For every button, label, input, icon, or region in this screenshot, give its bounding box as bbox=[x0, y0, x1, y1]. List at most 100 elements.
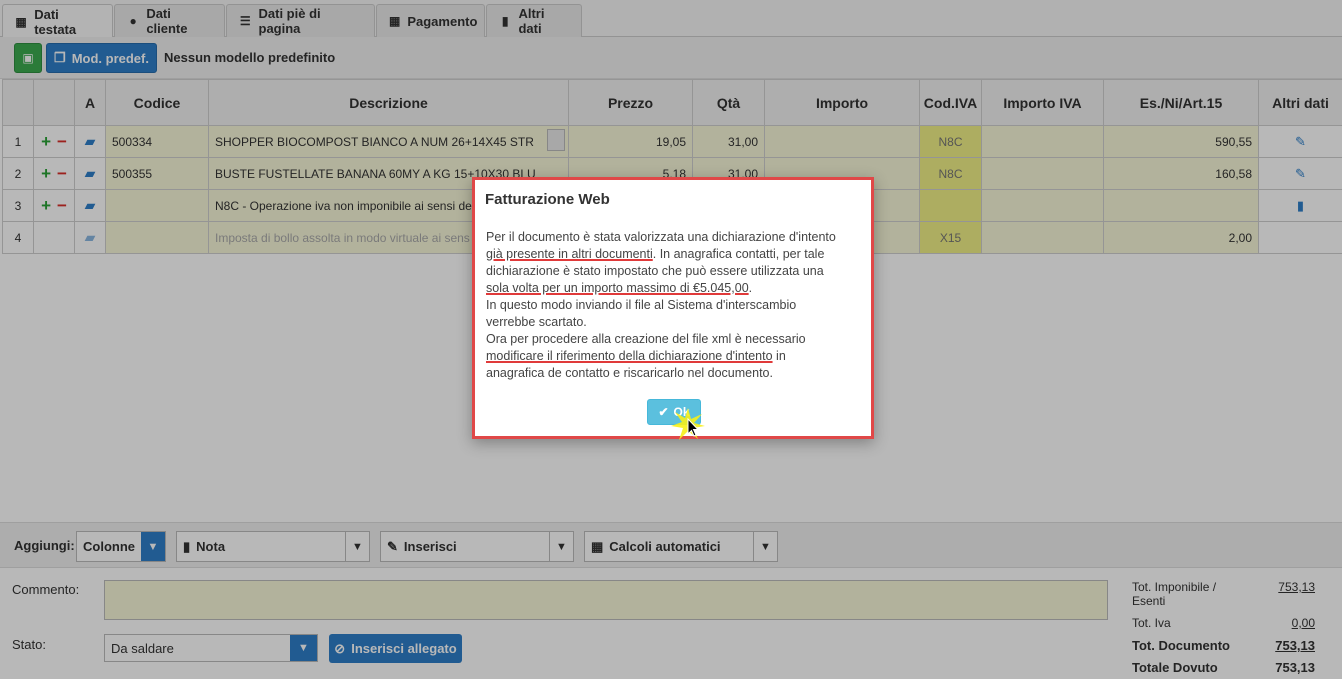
calculator-icon: ▦ bbox=[591, 538, 604, 554]
edit-icon[interactable]: ✎ bbox=[1295, 166, 1306, 181]
total-row: Tot. Imponibile / Esenti 753,13 bbox=[1132, 580, 1315, 608]
remove-row-icon[interactable]: − bbox=[57, 196, 67, 215]
col-header-es-ni-art15[interactable]: Es./Ni/Art.15 bbox=[1103, 79, 1259, 126]
package-icon: ▰ bbox=[84, 229, 96, 245]
copy-icon: ❐ bbox=[54, 50, 66, 65]
row-number: 1 bbox=[2, 125, 34, 158]
tab-bar: ▦ Dati testata ● Dati cliente ☰ Dati piè di… bbox=[0, 0, 1342, 38]
importo-iva-cell bbox=[981, 221, 1104, 254]
cod-iva-cell[interactable] bbox=[919, 189, 982, 222]
tab-altri-dati[interactable]: ▮ Altri dati bbox=[486, 4, 582, 37]
altri-dati-cell: ✎ bbox=[1258, 125, 1342, 158]
mod-predef-button[interactable]: ❐ Mod. predef. bbox=[46, 43, 157, 73]
es-cell[interactable]: 590,55 bbox=[1103, 125, 1259, 158]
row-number: 2 bbox=[2, 157, 34, 190]
nota-select[interactable]: ▮ Nota ▼ bbox=[176, 531, 370, 562]
package-icon[interactable]: ▰ bbox=[85, 165, 96, 181]
mouse-pointer-icon bbox=[687, 418, 700, 437]
table-row: 1 + − ▰ 500334 SHOPPER BIOCOMPOST BIANCO … bbox=[2, 125, 1342, 158]
chevron-down-icon: ▼ bbox=[753, 532, 777, 561]
col-header-importo-iva[interactable]: Importo IVA bbox=[981, 79, 1104, 126]
importo-cell[interactable] bbox=[764, 125, 920, 158]
package-icon[interactable]: ▰ bbox=[85, 133, 96, 149]
row-actions: + − bbox=[33, 189, 75, 222]
chevron-down-icon: ▼ bbox=[345, 532, 369, 561]
chevron-down-icon: ▼ bbox=[290, 635, 317, 661]
descrizione-cell[interactable]: SHOPPER BIOCOMPOST BIANCO A NUM 26+14X45… bbox=[208, 125, 569, 158]
package-icon[interactable]: ▰ bbox=[85, 197, 96, 213]
totals-panel: Tot. Imponibile / Esenti 753,13 Tot. Iva … bbox=[1132, 580, 1332, 679]
qta-cell[interactable]: 31,00 bbox=[692, 125, 765, 158]
col-header-codice[interactable]: Codice bbox=[105, 79, 209, 126]
file-icon: ▮ bbox=[501, 14, 509, 28]
total-row: Tot. Documento 753,13 bbox=[1132, 638, 1315, 653]
table-icon: ▦ bbox=[15, 14, 27, 29]
cod-iva-cell[interactable]: N8C bbox=[919, 125, 982, 158]
alert-dialog: Fatturazione Web Per il documento è stat… bbox=[472, 177, 874, 439]
col-header-a[interactable]: A bbox=[74, 79, 106, 126]
footer-panel: Commento: Stato: Da saldare ▼ ⊘ Inserisci … bbox=[0, 568, 1342, 679]
add-row-icon[interactable]: + bbox=[41, 132, 51, 151]
tab-pagamento[interactable]: ▦ Pagamento bbox=[376, 4, 485, 37]
inserisci-select[interactable]: ✎ Inserisci ▼ bbox=[380, 531, 574, 562]
comment-textarea[interactable] bbox=[104, 580, 1108, 620]
total-row: Totale Dovuto 753,13 bbox=[1132, 660, 1315, 675]
row-article-cell: ▰ bbox=[74, 157, 106, 190]
add-row-icon[interactable]: + bbox=[41, 196, 51, 215]
cod-iva-cell[interactable]: N8C bbox=[919, 157, 982, 190]
remove-row-icon[interactable]: − bbox=[57, 164, 67, 183]
row-actions: + − bbox=[33, 125, 75, 158]
toolbar: ▣ ❐ Mod. predef. Nessun modello predefini… bbox=[0, 37, 1342, 79]
col-header-qta[interactable]: Qtà bbox=[692, 79, 765, 126]
add-bar: Aggiungi: Colonne ▼ ▮ Nota ▼ ✎ Inserisci ▼ ▦ C… bbox=[0, 522, 1342, 568]
row-actions: + − bbox=[33, 157, 75, 190]
stato-label: Stato: bbox=[12, 637, 46, 652]
col-header-descrizione[interactable]: Descrizione bbox=[208, 79, 569, 126]
codice-cell bbox=[105, 221, 209, 254]
codice-cell[interactable]: 500355 bbox=[105, 157, 209, 190]
col-header-altri-dati[interactable]: Altri dati bbox=[1258, 79, 1342, 126]
calcoli-select[interactable]: ▦ Calcoli automatici ▼ bbox=[584, 531, 778, 562]
altri-dati-cell: ▮ bbox=[1258, 189, 1342, 222]
prezzo-cell[interactable]: 19,05 bbox=[568, 125, 693, 158]
dialog-message: Per il documento è stata valorizzata una… bbox=[486, 230, 836, 380]
colonne-select[interactable]: Colonne ▼ bbox=[76, 531, 166, 562]
es-cell[interactable]: 160,58 bbox=[1103, 157, 1259, 190]
codice-cell[interactable]: 500334 bbox=[105, 125, 209, 158]
row-number: 3 bbox=[2, 189, 34, 222]
row-article-cell: ▰ bbox=[74, 125, 106, 158]
add-row-icon[interactable]: + bbox=[41, 164, 51, 183]
altri-dati-cell: ✎ bbox=[1258, 157, 1342, 190]
col-header-prezzo[interactable]: Prezzo bbox=[568, 79, 693, 126]
dialog-title: Fatturazione Web bbox=[485, 191, 610, 208]
codice-cell[interactable] bbox=[105, 189, 209, 222]
col-header-cod-iva[interactable]: Cod.IVA bbox=[919, 79, 982, 126]
tab-dati-testata[interactable]: ▦ Dati testata bbox=[2, 4, 113, 38]
tab-dati-pie-di-pagina[interactable]: ☰ Dati piè di pagina bbox=[226, 4, 375, 37]
cod-iva-cell: X15 bbox=[919, 221, 982, 254]
insert-attachment-button[interactable]: ⊘ Inserisci allegato bbox=[329, 634, 462, 663]
document-icon[interactable]: ▮ bbox=[1297, 198, 1304, 213]
importo-iva-cell[interactable] bbox=[981, 157, 1104, 190]
no-model-text: Nessun modello predefinito bbox=[164, 50, 336, 65]
table-header-row: A Codice Descrizione Prezzo Qtà Importo … bbox=[2, 79, 1342, 126]
stato-select[interactable]: Da saldare ▼ bbox=[104, 634, 318, 662]
user-icon: ● bbox=[129, 14, 137, 28]
row-article-cell: ▰ bbox=[74, 221, 106, 254]
save-button[interactable]: ▣ bbox=[14, 43, 42, 73]
es-cell[interactable] bbox=[1103, 189, 1259, 222]
importo-iva-cell[interactable] bbox=[981, 189, 1104, 222]
total-row: Tot. Iva 0,00 bbox=[1132, 616, 1315, 630]
tab-dati-cliente[interactable]: ● Dati cliente bbox=[114, 4, 225, 37]
chevron-down-icon: ▼ bbox=[549, 532, 573, 561]
col-header-actions bbox=[33, 79, 75, 126]
altri-dati-cell bbox=[1258, 221, 1342, 254]
expand-text-icon[interactable] bbox=[547, 129, 565, 151]
edit-icon[interactable]: ✎ bbox=[1295, 134, 1306, 149]
edit-icon: ✎ bbox=[387, 538, 398, 554]
remove-row-icon[interactable]: − bbox=[57, 132, 67, 151]
save-icon: ▣ bbox=[22, 51, 34, 65]
col-header-importo[interactable]: Importo bbox=[764, 79, 920, 126]
importo-iva-cell[interactable] bbox=[981, 125, 1104, 158]
chevron-down-icon: ▼ bbox=[141, 532, 165, 561]
